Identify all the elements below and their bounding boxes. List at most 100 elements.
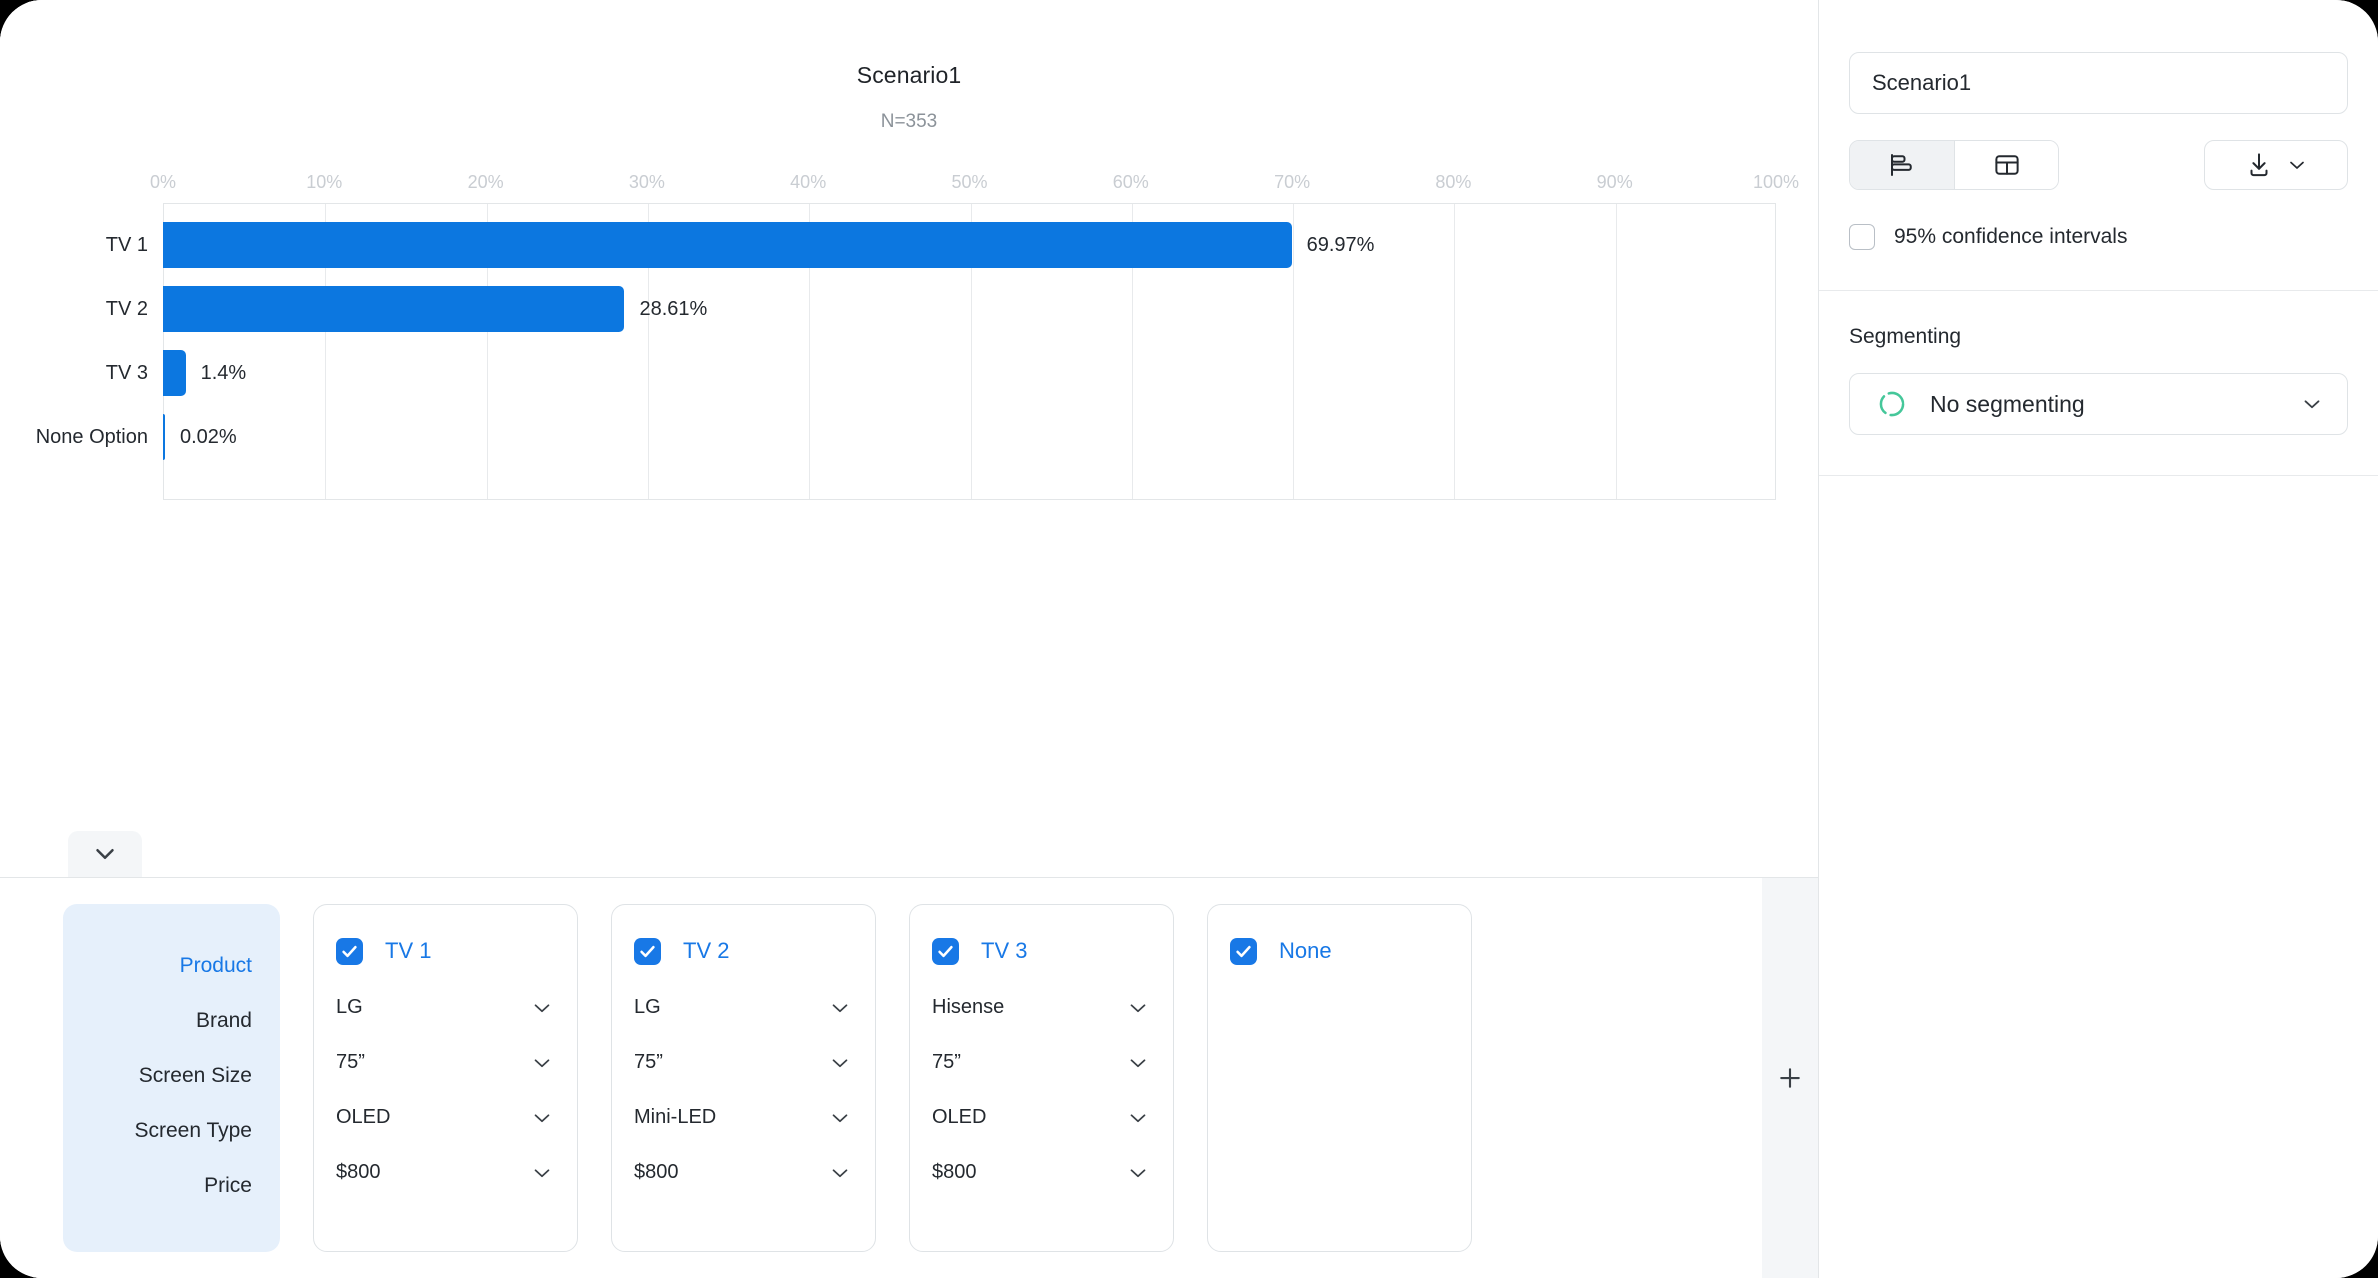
bar-row[interactable]: 0.02% xyxy=(163,405,237,469)
bar[interactable] xyxy=(163,414,165,460)
attribute-select[interactable]: 75” xyxy=(336,1044,555,1081)
product-checkbox[interactable] xyxy=(336,937,363,965)
chevron-down-wrapper xyxy=(827,995,853,1021)
attribute-select-value: 75” xyxy=(336,1051,365,1073)
segmenting-value: No segmenting xyxy=(1930,390,2085,417)
x-axis-tick: 40% xyxy=(790,172,827,192)
segment-circle-icon xyxy=(1879,391,1905,417)
product-card: TV 2 LG 75” Mini-LED $800 xyxy=(611,904,876,1252)
attribute-label-panel: Product Brand Screen Size Screen Type Price xyxy=(63,904,280,1252)
chevron-down-wrapper xyxy=(1125,1160,1151,1186)
chevron-down-wrapper xyxy=(1125,1105,1151,1131)
check-icon xyxy=(640,945,655,957)
attribute-select[interactable]: 75” xyxy=(634,1044,853,1081)
bar[interactable] xyxy=(163,350,186,396)
download-button[interactable] xyxy=(2204,140,2348,190)
attribute-select-value: $800 xyxy=(634,1161,679,1183)
x-axis-tick: 50% xyxy=(951,172,988,192)
attribute-label[interactable]: Screen Size xyxy=(139,1058,252,1094)
attribute-select[interactable]: $800 xyxy=(932,1154,1151,1191)
segmenting-select[interactable]: No segmenting xyxy=(1849,373,2348,435)
chevron-down-icon xyxy=(534,1003,550,1012)
bar-chart-icon xyxy=(1891,154,1912,176)
bar-row[interactable]: 28.61% xyxy=(163,277,707,341)
y-axis-label: TV 3 xyxy=(105,361,148,384)
chevron-down-icon xyxy=(832,1168,848,1177)
attribute-label[interactable]: Product xyxy=(180,948,252,984)
bar-value-label: 28.61% xyxy=(639,297,708,320)
right-sidebar: 95% confidence intervals Segmenting No s… xyxy=(1818,0,2378,1278)
x-axis-tick: 90% xyxy=(1596,172,1633,192)
bar[interactable] xyxy=(163,286,625,332)
x-axis-tick: 70% xyxy=(1274,172,1311,192)
product-configurator: Product Brand Screen Size Screen Type Price … xyxy=(0,877,1818,1278)
bar-value-label: 0.02% xyxy=(180,425,237,448)
view-mode-toggle xyxy=(1849,140,2059,190)
attribute-select-value: LG xyxy=(336,996,363,1018)
chevron-down-wrapper xyxy=(529,1160,555,1186)
main-column: Scenario1 N=353 0% 10% 20% 30% 40% 50% 60% 70% 8… xyxy=(0,0,1818,1278)
attribute-label[interactable]: Price xyxy=(204,1168,252,1204)
chevron-down-icon xyxy=(534,1168,550,1177)
chart-view-button[interactable] xyxy=(1850,141,1954,189)
configurator-scroll[interactable]: Product Brand Screen Size Screen Type Price … xyxy=(0,878,1818,1278)
chevron-down-wrapper xyxy=(827,1050,853,1076)
attribute-select[interactable]: 75” xyxy=(932,1044,1151,1081)
chart-region: Scenario1 N=353 0% 10% 20% 30% 40% 50% 60% 70% 8… xyxy=(0,0,1818,877)
table-view-button[interactable] xyxy=(1954,141,2058,189)
table-icon xyxy=(1994,155,2019,175)
attribute-select[interactable]: LG xyxy=(336,989,555,1026)
product-card-header: None xyxy=(1230,931,1449,971)
product-checkbox[interactable] xyxy=(932,937,959,965)
app-window: Scenario1 N=353 0% 10% 20% 30% 40% 50% 60% 70% 8… xyxy=(0,0,2378,1278)
attribute-select[interactable]: OLED xyxy=(932,1099,1151,1136)
bar-row[interactable]: 1.4% xyxy=(163,341,246,405)
chevron-down-icon xyxy=(1130,1058,1146,1067)
bars-layer: 69.97% 28.61% 1.4% 0.02% xyxy=(163,203,1776,500)
scenario-name-input[interactable] xyxy=(1849,52,2348,114)
chart-title: Scenario1 xyxy=(856,62,962,88)
product-card: TV 3 Hisense 75” OLED $800 xyxy=(909,904,1174,1252)
product-card-header: TV 2 xyxy=(634,931,853,971)
product-card-title: None xyxy=(1279,938,1332,963)
x-axis-tick: 10% xyxy=(306,172,343,192)
attribute-label[interactable]: Screen Type xyxy=(134,1113,252,1149)
product-checkbox[interactable] xyxy=(634,937,661,965)
attribute-select-value: LG xyxy=(634,996,661,1018)
chevron-down-icon xyxy=(534,1113,550,1122)
add-product-button[interactable] xyxy=(1762,878,1818,1278)
view-toolbar xyxy=(1849,140,2348,190)
confidence-intervals-row[interactable]: 95% confidence intervals xyxy=(1849,224,2348,250)
bar-value-label: 1.4% xyxy=(200,361,247,384)
y-axis-label: TV 2 xyxy=(105,297,148,320)
chevron-down-wrapper xyxy=(529,1050,555,1076)
product-checkbox[interactable] xyxy=(1230,937,1257,965)
product-card: TV 1 LG 75” OLED $800 xyxy=(313,904,578,1252)
attribute-select-value: OLED xyxy=(932,1106,987,1128)
chevron-down-wrapper xyxy=(529,995,555,1021)
chevron-down-icon xyxy=(534,1058,550,1067)
x-axis-tick: 60% xyxy=(1112,172,1149,192)
check-icon xyxy=(938,945,953,957)
attribute-select[interactable]: LG xyxy=(634,989,853,1026)
check-icon xyxy=(342,945,357,957)
attribute-select-value: $800 xyxy=(932,1161,977,1183)
attribute-select[interactable]: $800 xyxy=(634,1154,853,1191)
check-icon xyxy=(1236,945,1251,957)
product-card-title: TV 2 xyxy=(683,938,730,963)
x-axis-ticks: 0% 10% 20% 30% 40% 50% 60% 70% 80% 90% 100% xyxy=(150,172,1799,198)
confidence-intervals-checkbox[interactable] xyxy=(1849,224,1875,250)
chevron-down-icon xyxy=(96,849,114,859)
chevron-down-icon xyxy=(832,1113,848,1122)
product-card: None xyxy=(1207,904,1472,1252)
attribute-select[interactable]: $800 xyxy=(336,1154,555,1191)
chevron-down-icon xyxy=(2289,161,2304,169)
bar[interactable] xyxy=(163,222,1292,268)
attribute-label[interactable]: Brand xyxy=(196,1003,252,1039)
bar-row[interactable]: 69.97% xyxy=(163,213,1374,277)
attribute-select[interactable]: OLED xyxy=(336,1099,555,1136)
attribute-select[interactable]: Mini-LED xyxy=(634,1099,853,1136)
attribute-select[interactable]: Hisense xyxy=(932,989,1151,1026)
collapse-panel-button[interactable] xyxy=(68,831,142,877)
y-axis-label: TV 1 xyxy=(105,233,148,256)
